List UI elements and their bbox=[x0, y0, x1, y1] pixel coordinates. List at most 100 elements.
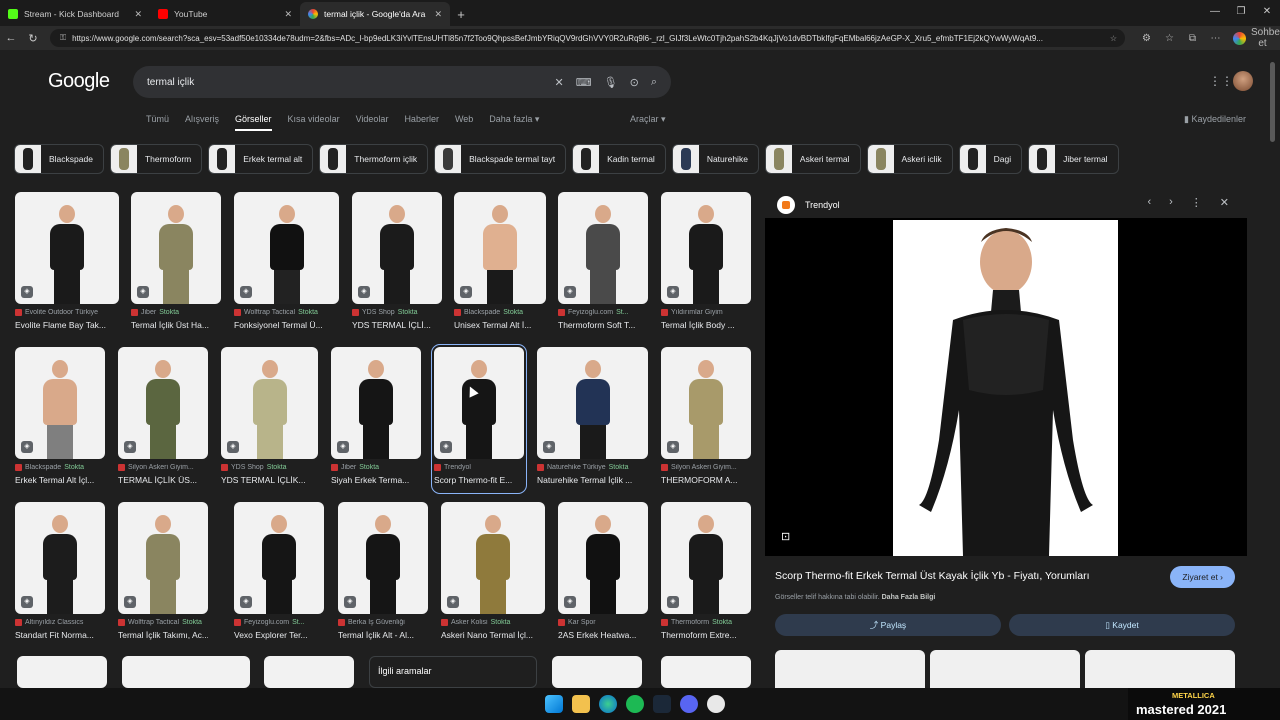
favorites-icon[interactable]: ☆ bbox=[1158, 33, 1181, 44]
result-thumbnail[interactable] bbox=[552, 656, 642, 688]
result-source[interactable]: Evolite Outdoor Türkiye bbox=[15, 309, 119, 316]
tab-videos[interactable]: Videolar bbox=[356, 114, 389, 131]
result-title[interactable]: TERMAL İÇLİK ÜS... bbox=[118, 475, 208, 485]
image-result[interactable]: ◈ Naturehike Türkiye Stokta Naturehike Term… bbox=[537, 347, 648, 491]
result-thumbnail[interactable]: ◈ bbox=[661, 347, 751, 459]
result-title[interactable]: Askeri Nano Termal İçl... bbox=[441, 630, 545, 640]
tab-more[interactable]: Daha fazla ▾ bbox=[489, 114, 539, 131]
result-title[interactable]: Termal İçlik Takımı, Ac... bbox=[118, 630, 208, 640]
previous-icon[interactable]: ‹ bbox=[1147, 196, 1151, 209]
clear-icon[interactable]: ✕ bbox=[555, 76, 564, 89]
result-thumbnail[interactable]: ◈ bbox=[558, 502, 648, 614]
image-result[interactable]: ◈ Thermoform Stokta Thermoform Extre... bbox=[661, 502, 751, 646]
image-result[interactable]: ◈ Berka İş Güvenliği Termal İçlik Alt - Al… bbox=[338, 502, 428, 646]
obs-icon[interactable] bbox=[707, 695, 725, 713]
result-thumbnail[interactable]: ◈ bbox=[661, 502, 751, 614]
related-image[interactable] bbox=[930, 650, 1080, 688]
result-source[interactable]: Berka İş Güvenliği bbox=[338, 619, 428, 626]
result-title[interactable]: Termal İçlik Body ... bbox=[661, 320, 751, 330]
close-icon[interactable]: ✕ bbox=[1220, 196, 1229, 209]
result-title[interactable]: Termal İçlik Alt - Al... bbox=[338, 630, 428, 640]
result-source[interactable]: Jiber Stokta bbox=[131, 309, 221, 316]
result-title[interactable]: Unisex Termal Alt İ... bbox=[454, 320, 546, 330]
microphone-icon[interactable]: 🎙 bbox=[604, 76, 618, 89]
result-source[interactable]: Feyizoglu.com St... bbox=[234, 619, 324, 626]
result-title[interactable]: Siyah Erkek Terma... bbox=[331, 475, 421, 485]
chip[interactable]: Dagi bbox=[958, 144, 1023, 174]
browser-tab-kick[interactable]: Stream - Kick Dashboard ✕ bbox=[0, 2, 150, 26]
image-result[interactable]: ◈ Blackspade Stokta Unisex Termal Alt İ... bbox=[454, 192, 546, 336]
image-result[interactable] bbox=[17, 656, 107, 688]
search-box[interactable]: termal içlik ✕ ⌨ 🎙 ⊙ ⌕ bbox=[133, 66, 671, 98]
spotify-icon[interactable] bbox=[626, 695, 644, 713]
close-icon[interactable]: ✕ bbox=[284, 9, 292, 20]
result-source[interactable]: Silyon Askeri Giyim... bbox=[118, 464, 208, 471]
image-result[interactable]: ◈ Altınyıldız Classics Standart Fit Norma.… bbox=[15, 502, 105, 646]
steam-icon[interactable] bbox=[653, 695, 671, 713]
result-thumbnail[interactable]: ◈ bbox=[131, 192, 221, 304]
saved-button[interactable]: ▮ Kaydedilenler bbox=[1184, 114, 1246, 125]
search-input[interactable]: termal içlik bbox=[147, 77, 543, 88]
image-result[interactable]: ◈ Kar Spor 2AS Erkek Heatwa... bbox=[558, 502, 648, 646]
image-result[interactable]: ◈ Blackspade Stokta Erkek Termal Alt İçl... bbox=[15, 347, 105, 491]
start-icon[interactable] bbox=[545, 695, 563, 713]
image-result[interactable]: ◈ Asker Kolisi Stokta Askeri Nano Termal İç… bbox=[441, 502, 545, 646]
site-info-icon[interactable]: ⚿ bbox=[60, 33, 66, 43]
result-title[interactable]: Thermoform Soft T... bbox=[558, 320, 648, 330]
result-source[interactable]: Wolftrap Tactical Stokta bbox=[118, 619, 208, 626]
result-thumbnail[interactable]: ◈ bbox=[558, 192, 648, 304]
chip[interactable]: Blackspade termal tayt bbox=[434, 144, 567, 174]
image-result[interactable]: ◈ Jiber Stokta Siyah Erkek Terma... bbox=[331, 347, 421, 491]
result-thumbnail[interactable]: ◈ bbox=[441, 502, 545, 614]
discord-icon[interactable] bbox=[680, 695, 698, 713]
result-thumbnail[interactable]: ◈ bbox=[234, 192, 339, 304]
image-result[interactable]: ◈ Wolftrap Tactical Stokta Termal İçlik Tak… bbox=[118, 502, 208, 646]
bookmark-star-icon[interactable]: ☆ bbox=[1110, 34, 1117, 43]
image-result[interactable]: ◈ YDS Shop Stokta YDS TERMAL İÇLİ... bbox=[352, 192, 442, 336]
result-thumbnail[interactable]: ◈ bbox=[15, 502, 105, 614]
chip[interactable]: Jiber termal bbox=[1028, 144, 1119, 174]
result-thumbnail[interactable]: ◈ bbox=[15, 192, 119, 304]
scrollbar-thumb[interactable] bbox=[1270, 62, 1275, 142]
result-title[interactable]: Termal İçlik Üst Ha... bbox=[131, 320, 221, 330]
image-result[interactable]: ◈ Wolftrap Tactical Stokta Fonksiyonel Term… bbox=[234, 192, 339, 336]
image-result[interactable]: ◈ Yıldırımlar Giyim Termal İçlik Body ... bbox=[661, 192, 751, 336]
result-source[interactable]: Silyon Askeri Giyim... bbox=[661, 464, 751, 471]
related-image[interactable] bbox=[775, 650, 925, 688]
result-thumbnail[interactable] bbox=[17, 656, 107, 688]
chip[interactable]: Blackspade bbox=[14, 144, 104, 174]
result-source[interactable]: Jiber Stokta bbox=[331, 464, 421, 471]
chip[interactable]: Naturehike bbox=[671, 144, 759, 174]
preview-image-area[interactable]: ⊡ bbox=[765, 218, 1247, 556]
preview-title[interactable]: Scorp Thermo-fit Erkek Termal Üst Kayak … bbox=[775, 570, 1090, 582]
new-tab-button[interactable]: + bbox=[450, 2, 472, 26]
result-thumbnail[interactable]: ◈ bbox=[118, 347, 208, 459]
image-result[interactable]: ◈ Silyon Askeri Giyim... THERMOFORM A... bbox=[661, 347, 751, 491]
next-icon[interactable]: › bbox=[1169, 196, 1173, 209]
preview-site[interactable]: Trendyol bbox=[777, 196, 840, 214]
result-source[interactable]: Asker Kolisi Stokta bbox=[441, 619, 545, 626]
settings-more-icon[interactable]: ⋯ bbox=[1204, 33, 1227, 44]
result-thumbnail[interactable]: ◈ bbox=[338, 502, 428, 614]
preview-image[interactable] bbox=[893, 220, 1118, 556]
result-title[interactable]: Fonksiyonel Termal Ü... bbox=[234, 320, 339, 330]
file-explorer-icon[interactable] bbox=[572, 695, 590, 713]
chip[interactable]: Thermoform içlik bbox=[319, 144, 429, 174]
result-source[interactable]: Altınyıldız Classics bbox=[15, 619, 105, 626]
result-thumbnail[interactable]: ◈ bbox=[537, 347, 648, 459]
browser-tab-google[interactable]: termal içlik - Google'da Ara ✕ bbox=[300, 2, 450, 26]
page-scrollbar[interactable] bbox=[1266, 50, 1280, 688]
copilot-chat-button[interactable]: Sohbet et bbox=[1227, 27, 1280, 49]
result-title[interactable]: Thermoform Extre... bbox=[661, 630, 751, 640]
result-title[interactable]: THERMOFORM A... bbox=[661, 475, 751, 485]
image-result[interactable]: ◈ Feyizoglu.com St... Vexo Explorer Ter... bbox=[234, 502, 324, 646]
tab-all[interactable]: Tümü bbox=[146, 114, 169, 131]
result-source[interactable]: YDS Shop Stokta bbox=[221, 464, 318, 471]
result-title[interactable]: Standart Fit Norma... bbox=[15, 630, 105, 640]
chip[interactable]: Thermoform bbox=[109, 144, 203, 174]
result-thumbnail[interactable] bbox=[122, 656, 250, 688]
image-result[interactable]: ◈ Jiber Stokta Termal İçlik Üst Ha... bbox=[131, 192, 221, 336]
image-result[interactable] bbox=[264, 656, 354, 688]
apps-grid-icon[interactable]: ⋮⋮ bbox=[1209, 74, 1233, 88]
tab-web[interactable]: Web bbox=[455, 114, 473, 131]
